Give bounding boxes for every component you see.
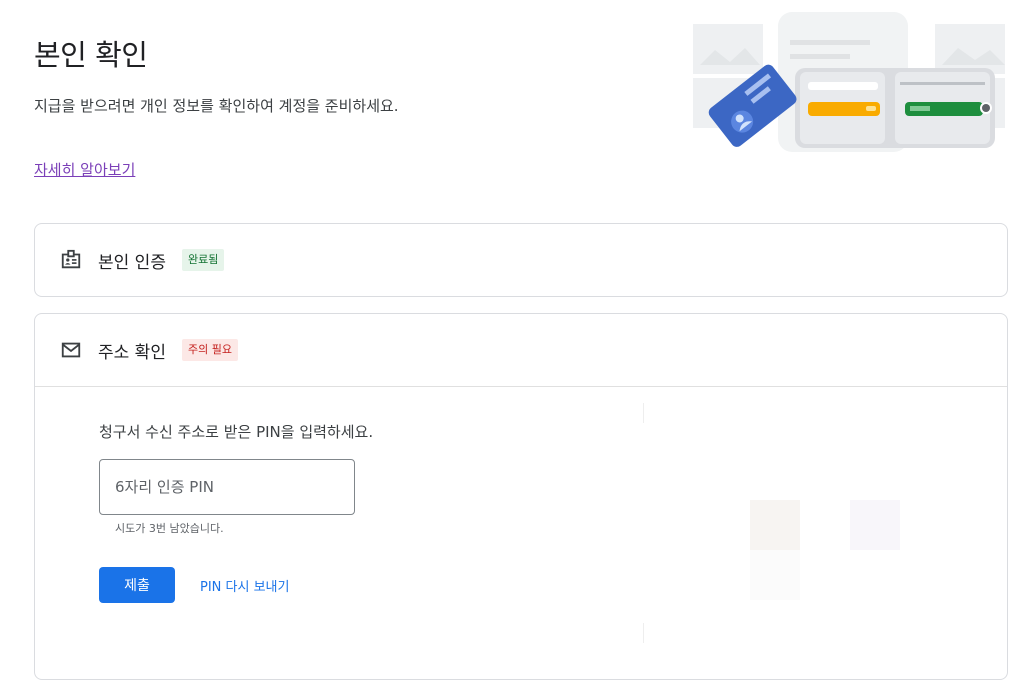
pin-input[interactable]: [99, 459, 355, 515]
address-card-title: 주소 확인: [98, 342, 166, 363]
status-badge-completed: 완료됨: [181, 249, 225, 271]
identity-card-title: 본인 인증: [98, 252, 166, 273]
payments-illustration: [693, 12, 1005, 152]
identity-card-header[interactable]: 본인 인증 완료됨: [35, 224, 1007, 296]
learn-more-link[interactable]: 자세히 알아보기: [34, 159, 135, 180]
page-description: 지급을 받으려면 개인 정보를 확인하여 계정을 준비하세요.: [34, 97, 399, 115]
mail-icon: [59, 338, 83, 362]
status-badge-attention: 주의 필요: [181, 339, 238, 361]
page-title: 본인 확인: [34, 38, 148, 72]
attempts-remaining-text: 시도가 3번 남았습니다.: [115, 522, 224, 535]
address-card-body: 청구서 수신 주소로 받은 PIN을 입력하세요. 시도가 3번 남았습니다. …: [35, 387, 1007, 680]
submit-button[interactable]: 제출: [99, 567, 175, 603]
placeholder-image-tile: [750, 500, 800, 550]
address-card-header[interactable]: 주소 확인 주의 필요: [35, 314, 1007, 387]
placeholder-image-tile: [750, 550, 800, 600]
resend-pin-link[interactable]: PIN 다시 보내기: [200, 576, 289, 595]
placeholder-image-tile: [850, 500, 900, 550]
pin-instruction: 청구서 수신 주소로 받은 PIN을 입력하세요.: [99, 423, 374, 441]
address-verification-card: 주소 확인 주의 필요 청구서 수신 주소로 받은 PIN을 입력하세요. 시도…: [34, 313, 1008, 680]
id-badge-icon: [59, 248, 83, 272]
identity-verification-card[interactable]: 본인 인증 완료됨: [34, 223, 1008, 297]
vertical-divider: [643, 403, 644, 643]
